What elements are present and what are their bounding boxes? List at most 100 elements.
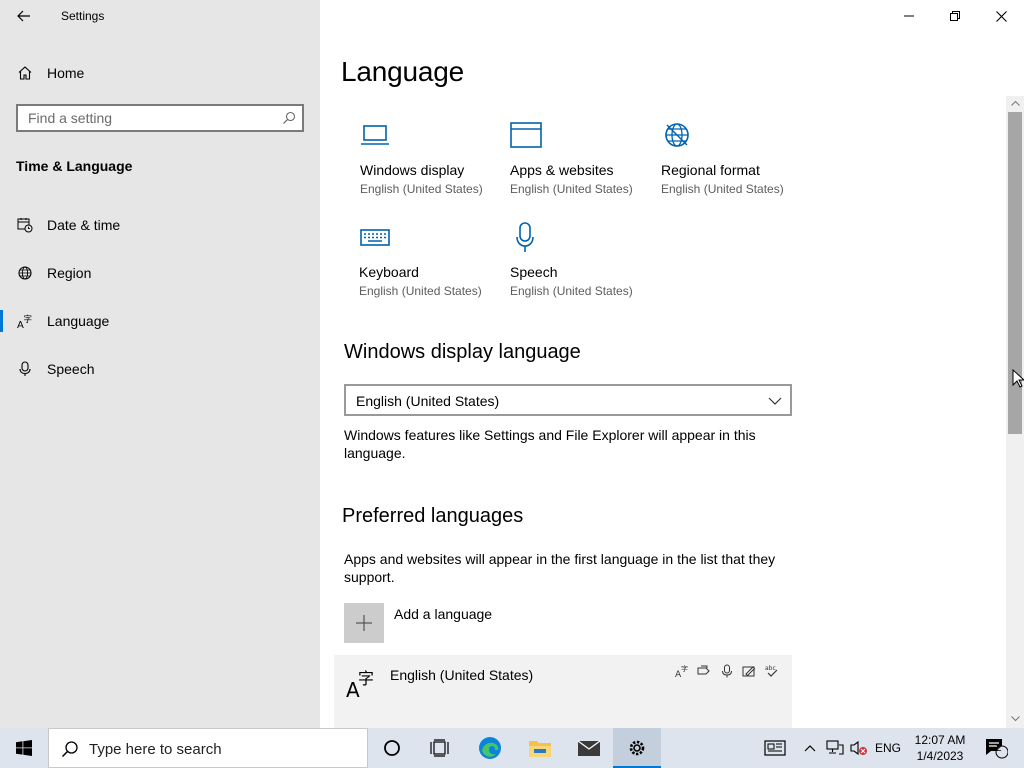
minimize-button[interactable] xyxy=(886,0,932,32)
tile-title: Regional format xyxy=(661,162,760,178)
edge-browser-icon xyxy=(479,737,501,759)
globe-icon xyxy=(18,266,32,280)
display-language-dropdown[interactable]: English (United States) xyxy=(344,384,792,416)
notification-count-badge: 2 xyxy=(996,743,1002,754)
tile-title: Apps & websites xyxy=(510,162,614,178)
vertical-scrollbar[interactable] xyxy=(1006,96,1024,728)
microphone-icon xyxy=(19,361,31,376)
clock-button[interactable]: 12:07 AM 1/4/2023 xyxy=(908,728,972,768)
action-center-button[interactable]: 2 xyxy=(976,728,1016,768)
tile-subtitle: English (United States) xyxy=(510,182,633,196)
language-list-item[interactable]: A 字 English (United States) A 字 abc xyxy=(334,655,792,728)
display-language-description: Windows features like Settings and File … xyxy=(344,427,756,461)
app-title: Settings xyxy=(61,9,105,23)
sidebar-item-speech[interactable]: Speech xyxy=(0,351,320,387)
input-language-button[interactable]: ENG xyxy=(872,728,904,768)
caret-down-icon xyxy=(1010,716,1020,722)
preferred-languages-heading: Preferred languages xyxy=(342,505,524,527)
news-widget-button[interactable] xyxy=(760,728,790,768)
windows-logo-icon xyxy=(16,740,32,756)
sidebar-item-label: Region xyxy=(47,265,92,281)
chevron-down-icon xyxy=(768,397,782,405)
regional-globe-icon xyxy=(665,123,689,147)
sidebar-item-region[interactable]: Region xyxy=(0,255,320,291)
sidebar-item-home[interactable]: Home xyxy=(0,58,320,88)
edge-taskbar-button[interactable] xyxy=(466,728,514,768)
sidebar-titlebar: Settings xyxy=(0,0,320,32)
network-button[interactable] xyxy=(824,728,846,768)
handwriting-feature-icon xyxy=(742,666,756,677)
mail-icon xyxy=(577,740,601,756)
sidebar-item-label: Speech xyxy=(47,361,95,377)
sidebar-item-language[interactable]: A 字 Language xyxy=(0,303,320,339)
close-button[interactable] xyxy=(978,0,1024,32)
scroll-up-button[interactable] xyxy=(1006,96,1024,110)
restore-icon xyxy=(950,11,960,21)
language-icon: A 字 xyxy=(17,314,33,329)
active-indicator xyxy=(0,310,3,332)
network-icon xyxy=(826,740,844,755)
settings-taskbar-button[interactable] xyxy=(613,728,661,768)
sidebar-item-label: Date & time xyxy=(47,217,121,233)
volume-muted-icon xyxy=(850,740,867,756)
language-page: Language Windows display English (United… xyxy=(320,0,1024,728)
mouse-cursor-icon xyxy=(1012,369,1024,388)
tile-windows-display[interactable]: Windows display English (United States) xyxy=(360,120,510,210)
calendar-clock-icon xyxy=(17,218,33,233)
tile-apps-websites[interactable]: Apps & websites English (United States) xyxy=(510,120,660,210)
svg-text:字: 字 xyxy=(681,664,688,673)
monitor-icon xyxy=(361,125,389,145)
volume-button[interactable] xyxy=(848,728,870,768)
cortana-button[interactable] xyxy=(368,728,416,768)
tile-subtitle: English (United States) xyxy=(359,284,482,298)
display-language-feature-icon: A 字 xyxy=(675,664,688,678)
text-to-speech-feature-icon xyxy=(697,665,710,675)
tile-subtitle: English (United States) xyxy=(360,182,483,196)
settings-sidebar: Settings Home Time & Language Date & tim… xyxy=(0,0,320,728)
start-button[interactable] xyxy=(0,728,48,768)
tile-regional-format[interactable]: Regional format English (United States) xyxy=(661,120,811,210)
folder-icon xyxy=(529,741,551,757)
preferred-languages-description: Apps and websites will appear in the fir… xyxy=(344,551,776,585)
clock-date: 1/4/2023 xyxy=(916,749,964,763)
chevron-up-icon xyxy=(804,745,816,752)
taskbar-search-box[interactable]: Type here to search xyxy=(48,728,368,768)
tile-subtitle: English (United States) xyxy=(661,182,784,196)
tile-keyboard[interactable]: Keyboard English (United States) xyxy=(359,222,509,312)
restore-button[interactable] xyxy=(932,0,978,32)
mail-taskbar-button[interactable] xyxy=(565,728,613,768)
tile-speech[interactable]: Speech English (United States) xyxy=(510,222,660,312)
find-setting-search[interactable] xyxy=(16,104,304,132)
search-icon xyxy=(61,741,78,758)
clock-time: 12:07 AM xyxy=(914,733,966,747)
plus-icon xyxy=(356,615,372,631)
plus-tile xyxy=(344,603,384,643)
close-icon xyxy=(995,10,1007,22)
file-explorer-taskbar-button[interactable] xyxy=(516,728,564,768)
tile-title: Windows display xyxy=(360,162,465,178)
search-icon xyxy=(283,111,296,124)
task-view-button[interactable] xyxy=(416,728,464,768)
dropdown-selected-value: English (United States) xyxy=(356,393,500,409)
tile-subtitle: English (United States) xyxy=(510,284,633,298)
page-title: Language xyxy=(341,56,464,87)
news-icon xyxy=(764,740,786,756)
tile-title: Keyboard xyxy=(359,264,419,280)
cortana-circle-icon xyxy=(384,740,400,756)
sidebar-item-date-time[interactable]: Date & time xyxy=(0,207,320,243)
home-label: Home xyxy=(47,65,85,81)
gear-icon xyxy=(629,740,645,756)
keyboard-icon xyxy=(360,229,390,246)
minimize-icon xyxy=(904,15,914,17)
taskbar-search-placeholder: Type here to search xyxy=(89,741,222,758)
svg-text:字: 字 xyxy=(24,314,33,325)
show-hidden-icons-button[interactable] xyxy=(800,728,820,768)
scroll-down-button[interactable] xyxy=(1006,712,1024,726)
add-language-button[interactable]: Add a language xyxy=(344,603,644,643)
language-icon: A 字 xyxy=(346,669,374,699)
input-language-indicator: ENG xyxy=(874,741,901,755)
spell-check-feature-icon: abc xyxy=(765,665,778,677)
back-button[interactable] xyxy=(8,4,40,28)
find-setting-input[interactable] xyxy=(18,106,278,130)
language-name: English (United States) xyxy=(390,667,534,683)
